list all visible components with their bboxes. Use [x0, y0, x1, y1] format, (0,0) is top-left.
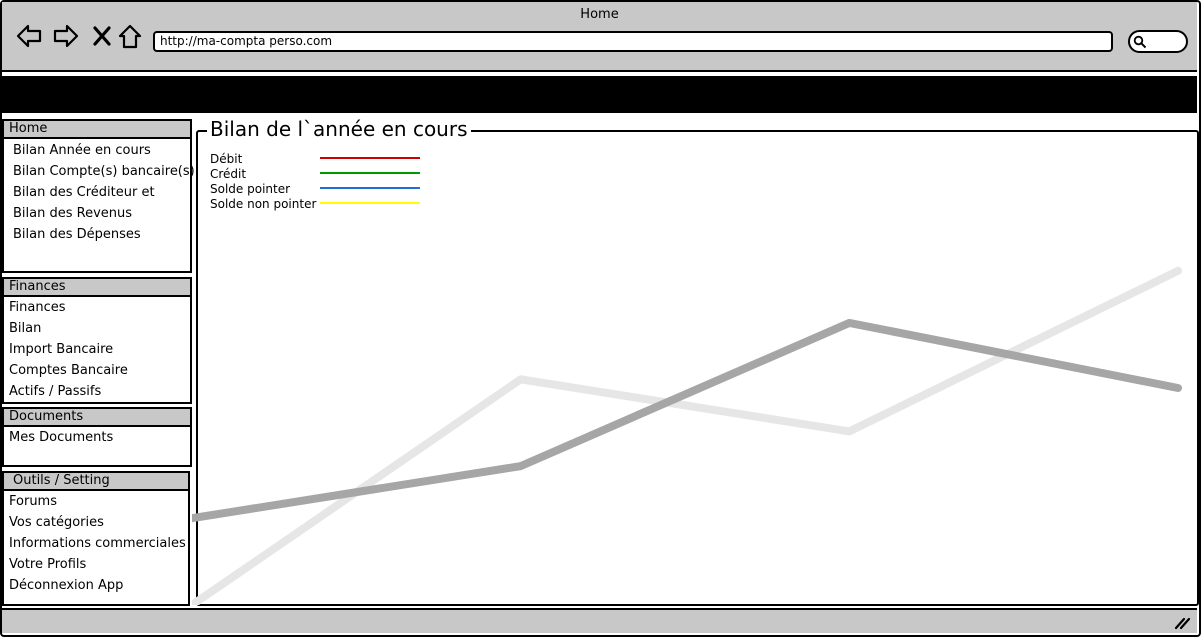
sidebar-item-finances[interactable]: Finances — [4, 297, 190, 318]
legend-swatch — [320, 187, 420, 189]
series-line — [192, 266, 1182, 605]
magnifier-icon — [1133, 35, 1147, 49]
legend-entry: Crédit — [210, 166, 430, 181]
back-arrow-icon[interactable] — [15, 22, 43, 50]
sidebar-item-bilan-depenses[interactable]: Bilan des Dépenses — [4, 224, 190, 245]
legend-swatch — [320, 172, 420, 174]
forward-arrow-icon[interactable] — [52, 22, 80, 50]
sidebar-item-comptes-bancaire[interactable]: Comptes Bancaire — [4, 360, 190, 381]
legend-entry: Débit — [210, 151, 430, 166]
sidebar-item-bilan-revenus[interactable]: Bilan des Revenus — [4, 203, 190, 224]
sidebar-item-bilan[interactable]: Bilan — [4, 318, 190, 339]
panel-title-finances[interactable]: Finances — [4, 279, 190, 297]
legend-label: Solde pointer — [210, 182, 291, 196]
legend-label: Solde non pointer — [210, 197, 317, 211]
legend-label: Crédit — [210, 167, 247, 181]
sidebar-item-mes-documents[interactable]: Mes Documents — [4, 427, 190, 448]
panel-title-outils[interactable]: Outils / Setting — [4, 473, 188, 491]
resize-grip-icon[interactable] — [1173, 614, 1191, 630]
sidebar-panel-home: Home Bilan Année en cours Bilan Compte(s… — [2, 119, 195, 273]
sidebar-item-bilan-comptes[interactable]: Bilan Compte(s) bancaire(s) — [4, 161, 195, 182]
search-field[interactable] — [1128, 30, 1188, 53]
legend-entry: Solde pointer — [210, 181, 430, 196]
url-field[interactable]: http://ma-compta perso.com — [153, 31, 1113, 52]
sidebar-item-actifs-passifs[interactable]: Actifs / Passifs — [4, 381, 190, 402]
sidebar-item-votre-profils[interactable]: Votre Profils — [4, 554, 188, 575]
sidebar-item-deconnexion[interactable]: Déconnexion App — [4, 575, 188, 596]
panel-title-home[interactable]: Home — [4, 121, 190, 139]
sidebar-panel-documents: Documents Mes Documents — [2, 407, 192, 467]
sidebar-item-informations-commerciales[interactable]: Informations commerciales — [4, 533, 188, 554]
legend-swatch — [320, 202, 420, 204]
sidebar-item-forums[interactable]: Forums — [4, 491, 188, 512]
legend-entry: Solde non pointer — [210, 196, 430, 213]
sidebar-item-bilan-annee[interactable]: Bilan Année en cours — [4, 140, 190, 161]
sidebar-panel-finances: Finances Finances Bilan Import Bancaire … — [2, 277, 192, 404]
panel-title-documents[interactable]: Documents — [4, 409, 190, 427]
window-title: Home — [580, 7, 619, 22]
sidebar-item-bilan-crediteurs[interactable]: Bilan des Créditeur et — [4, 182, 190, 203]
sidebar-panel-outils: Outils / Setting Forums Vos catégories I… — [2, 471, 190, 606]
series-line — [192, 318, 1182, 523]
legend-label: Débit — [210, 152, 243, 166]
legend-swatch — [320, 157, 420, 159]
sidebar-item-vos-categories[interactable]: Vos catégories — [4, 512, 188, 533]
sidebar-item-import-bancaire[interactable]: Import Bancaire — [4, 339, 190, 360]
chart-legend: Débit Crédit Solde pointer Solde non pointe… — [210, 151, 430, 213]
status-bar — [2, 608, 1197, 633]
black-banner — [2, 76, 1197, 113]
close-x-icon[interactable] — [88, 22, 116, 50]
page-title: Bilan de l`année en cours — [207, 117, 471, 141]
home-icon[interactable] — [116, 22, 144, 50]
